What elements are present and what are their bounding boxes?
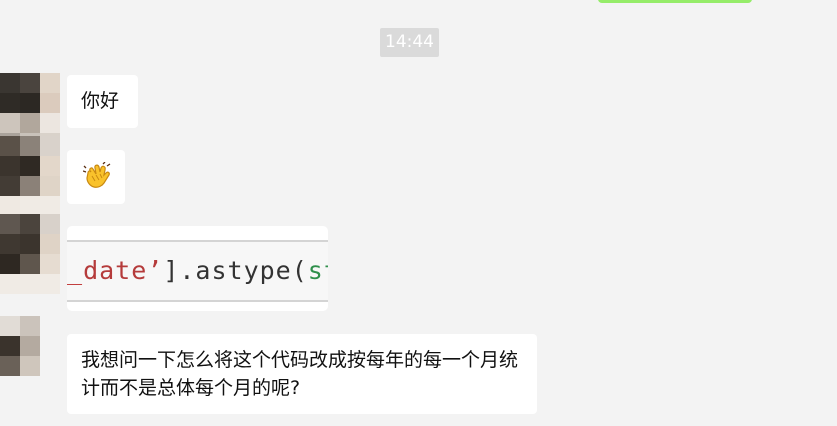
avatar[interactable] <box>0 214 60 294</box>
message-text: 你好 <box>81 90 120 112</box>
avatar[interactable] <box>0 316 60 396</box>
outgoing-message-bubble-edge[interactable] <box>598 0 752 3</box>
message-bubble-text[interactable]: 你好 <box>67 75 138 128</box>
timestamp-badge: 14:44 <box>380 28 439 57</box>
waving-hand-icon <box>83 162 111 188</box>
message-bubble-emoji[interactable] <box>67 150 125 204</box>
message-bubble-code-image[interactable]: _date’].astype(str <box>67 226 328 311</box>
code-line: _date’].astype(str <box>67 256 328 285</box>
message-bubble-text[interactable]: 我想问一下怎么将这个代码改成按每年的每一个月统计而不是总体每个月的呢? <box>67 334 537 414</box>
avatar[interactable] <box>0 136 60 216</box>
chat-window: 14:44 你好 _date’].astype(str <box>0 0 837 426</box>
code-snippet: _date’].astype(str <box>67 240 328 302</box>
message-text: 我想问一下怎么将这个代码改成按每年的每一个月统计而不是总体每个月的呢? <box>81 349 519 399</box>
